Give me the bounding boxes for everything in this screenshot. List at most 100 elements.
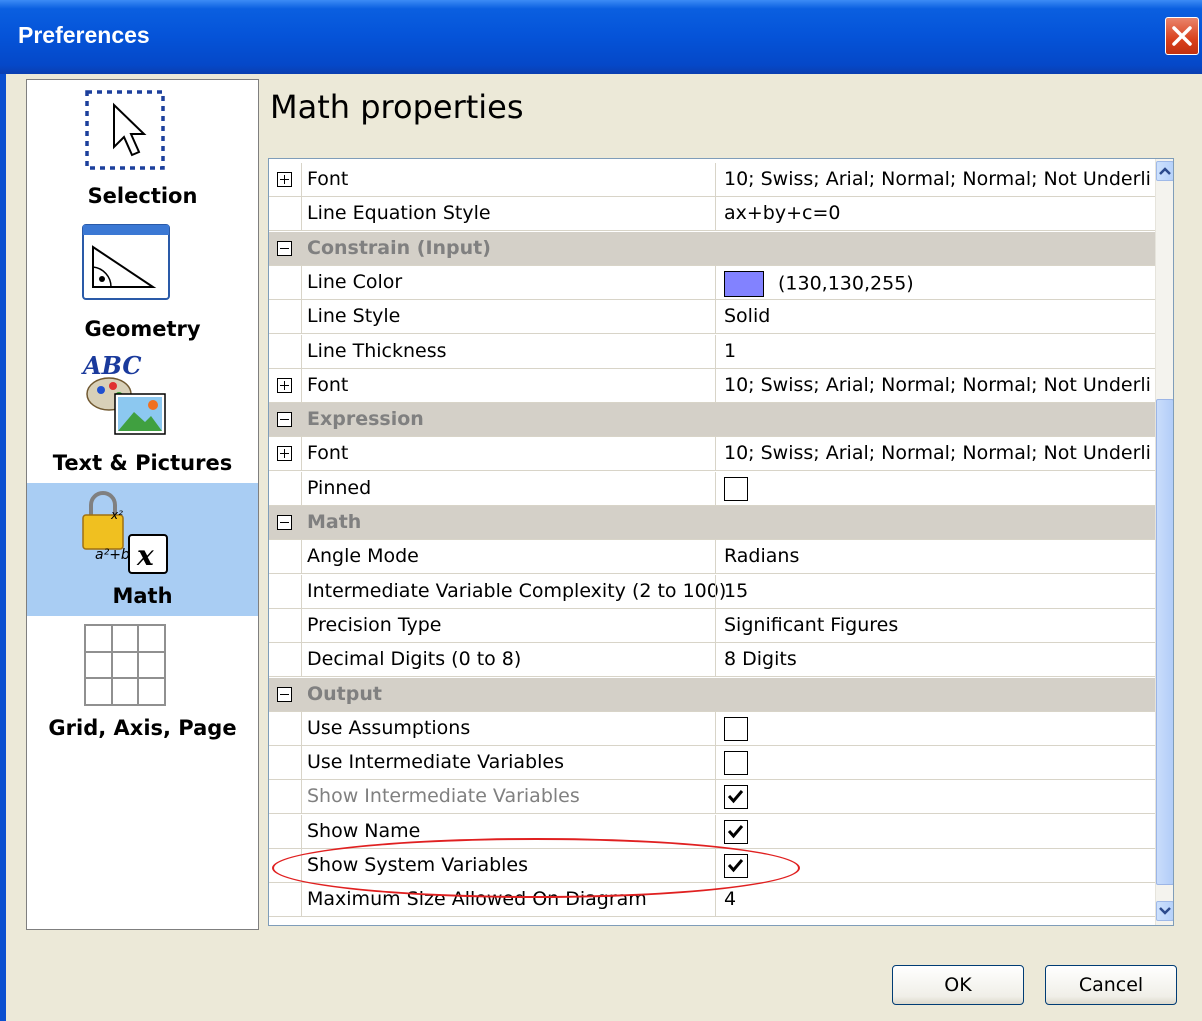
property-row[interactable]: Pinned: [269, 471, 1155, 506]
property-row[interactable]: Font 10; Swiss; Arial; Normal; Normal; No…: [269, 368, 1155, 403]
property-value[interactable]: Solid: [724, 305, 1152, 327]
property-row[interactable]: Show Intermediate Variables: [269, 780, 1155, 815]
column-divider[interactable]: [715, 437, 716, 471]
column-divider[interactable]: [715, 197, 716, 231]
property-value[interactable]: 8 Digits: [724, 648, 1152, 670]
column-divider[interactable]: [715, 608, 716, 642]
property-row[interactable]: Line Thickness 1: [269, 334, 1155, 369]
column-divider[interactable]: [715, 368, 716, 402]
expand-plus-icon[interactable]: [277, 446, 292, 462]
svg-text:x: x: [136, 539, 154, 572]
column-divider[interactable]: [715, 643, 716, 677]
property-row[interactable]: Use Assumptions: [269, 711, 1155, 746]
property-name: Use Assumptions: [307, 716, 471, 739]
property-value-text: 8 Digits: [724, 648, 797, 671]
property-checkbox[interactable]: [724, 751, 748, 776]
column-divider[interactable]: [715, 540, 716, 574]
column-divider[interactable]: [715, 711, 716, 745]
row-gutter: [269, 368, 302, 402]
column-divider[interactable]: [715, 163, 716, 196]
scroll-thumb[interactable]: [1156, 399, 1173, 885]
column-divider[interactable]: [715, 814, 716, 848]
property-checkbox[interactable]: [724, 716, 748, 741]
property-row[interactable]: Font 10; Swiss; Arial; Normal; Normal; No…: [269, 437, 1155, 472]
sidebar-item-geometry[interactable]: Geometry: [27, 215, 258, 350]
collapse-minus-icon[interactable]: [277, 240, 292, 256]
property-row[interactable]: Precision Type Significant Figures: [269, 608, 1155, 643]
title-bar[interactable]: Preferences: [0, 0, 1202, 74]
scroll-down-button[interactable]: [1156, 901, 1173, 921]
property-row[interactable]: Line Style Solid: [269, 300, 1155, 335]
collapse-minus-icon[interactable]: [277, 515, 292, 530]
page-title: Math properties: [270, 88, 524, 126]
sidebar-item-label: Text & Pictures: [52, 451, 233, 475]
category-label: Output: [307, 682, 382, 705]
category-row[interactable]: Output: [269, 677, 1155, 712]
property-value-text: 1: [724, 339, 737, 362]
property-name: Angle Mode: [307, 545, 419, 568]
row-gutter: [269, 711, 302, 745]
column-divider[interactable]: [715, 574, 716, 608]
scroll-up-button[interactable]: [1156, 161, 1173, 181]
property-value[interactable]: 4: [724, 888, 1152, 910]
close-button[interactable]: [1165, 17, 1199, 55]
property-value[interactable]: 10; Swiss; Arial; Normal; Normal; Not Un…: [724, 168, 1152, 190]
category-row[interactable]: Constrain (Input): [269, 231, 1155, 266]
property-value[interactable]: Radians: [724, 545, 1152, 567]
column-divider[interactable]: [715, 334, 716, 368]
property-row[interactable]: Use Intermediate Variables: [269, 746, 1155, 781]
property-value[interactable]: (130,130,255): [724, 270, 1152, 297]
collapse-minus-icon[interactable]: [277, 686, 292, 702]
column-divider[interactable]: [715, 300, 716, 334]
row-gutter: [269, 506, 301, 539]
property-value[interactable]: ax+by+c=0: [724, 202, 1152, 224]
column-divider[interactable]: [715, 471, 716, 505]
property-checkbox[interactable]: [724, 785, 748, 810]
expand-plus-icon[interactable]: [277, 377, 292, 393]
property-row[interactable]: Intermediate Variable Complexity (2 to 1…: [269, 574, 1155, 609]
sidebar-item-math[interactable]: x² a²+b² x Math: [27, 483, 258, 616]
preferences-dialog: Preferences Selection Geometry ABC Text …: [0, 0, 1202, 1021]
property-name: Intermediate Variable Complexity (2 to 1…: [307, 579, 727, 602]
property-checkbox[interactable]: [724, 819, 748, 844]
vertical-scrollbar[interactable]: [1155, 159, 1173, 925]
property-row[interactable]: Decimal Digits (0 to 8) 8 Digits: [269, 643, 1155, 678]
row-gutter: [269, 780, 302, 814]
property-checkbox[interactable]: [724, 476, 748, 501]
property-name: Use Intermediate Variables: [307, 751, 564, 774]
row-gutter: [269, 265, 302, 299]
collapse-minus-icon[interactable]: [277, 412, 292, 428]
property-row[interactable]: Line Color (130,130,255): [269, 265, 1155, 300]
column-divider[interactable]: [715, 780, 716, 814]
category-row[interactable]: Math: [269, 506, 1155, 540]
property-value-text: Solid: [724, 305, 771, 328]
property-name: Line Thickness: [307, 339, 447, 362]
chevron-up-icon: [1159, 167, 1171, 175]
property-row[interactable]: Line Equation Style ax+by+c=0: [269, 197, 1155, 232]
column-divider[interactable]: [715, 265, 716, 299]
property-name: Line Style: [307, 305, 401, 328]
sidebar-item-grid-axis-page[interactable]: Grid, Axis, Page: [27, 616, 258, 756]
cancel-button[interactable]: Cancel: [1045, 965, 1177, 1005]
property-value[interactable]: Significant Figures: [724, 614, 1152, 636]
expand-plus-icon[interactable]: [277, 172, 292, 187]
property-value[interactable]: 10; Swiss; Arial; Normal; Normal; Not Un…: [724, 374, 1152, 396]
property-grid: Font 10; Swiss; Arial; Normal; Normal; No…: [268, 158, 1174, 926]
property-value[interactable]: 10; Swiss; Arial; Normal; Normal; Not Un…: [724, 442, 1152, 464]
sidebar-item-selection[interactable]: Selection: [27, 80, 258, 215]
property-row[interactable]: Font 10; Swiss; Arial; Normal; Normal; No…: [269, 163, 1155, 197]
ok-button[interactable]: OK: [892, 965, 1024, 1005]
row-gutter: [269, 746, 302, 780]
row-gutter: [269, 643, 302, 677]
property-row[interactable]: Angle Mode Radians: [269, 540, 1155, 575]
row-gutter: [269, 471, 302, 505]
sidebar-item-text-pictures[interactable]: ABC Text & Pictures: [27, 350, 258, 483]
property-name: Pinned: [307, 476, 372, 499]
property-name: Line Color: [307, 270, 403, 293]
property-value[interactable]: 15: [724, 580, 1152, 602]
category-row[interactable]: Expression: [269, 403, 1155, 438]
column-divider[interactable]: [715, 746, 716, 780]
window-title: Preferences: [18, 22, 150, 48]
row-gutter: [269, 334, 302, 368]
property-value[interactable]: 1: [724, 340, 1152, 362]
